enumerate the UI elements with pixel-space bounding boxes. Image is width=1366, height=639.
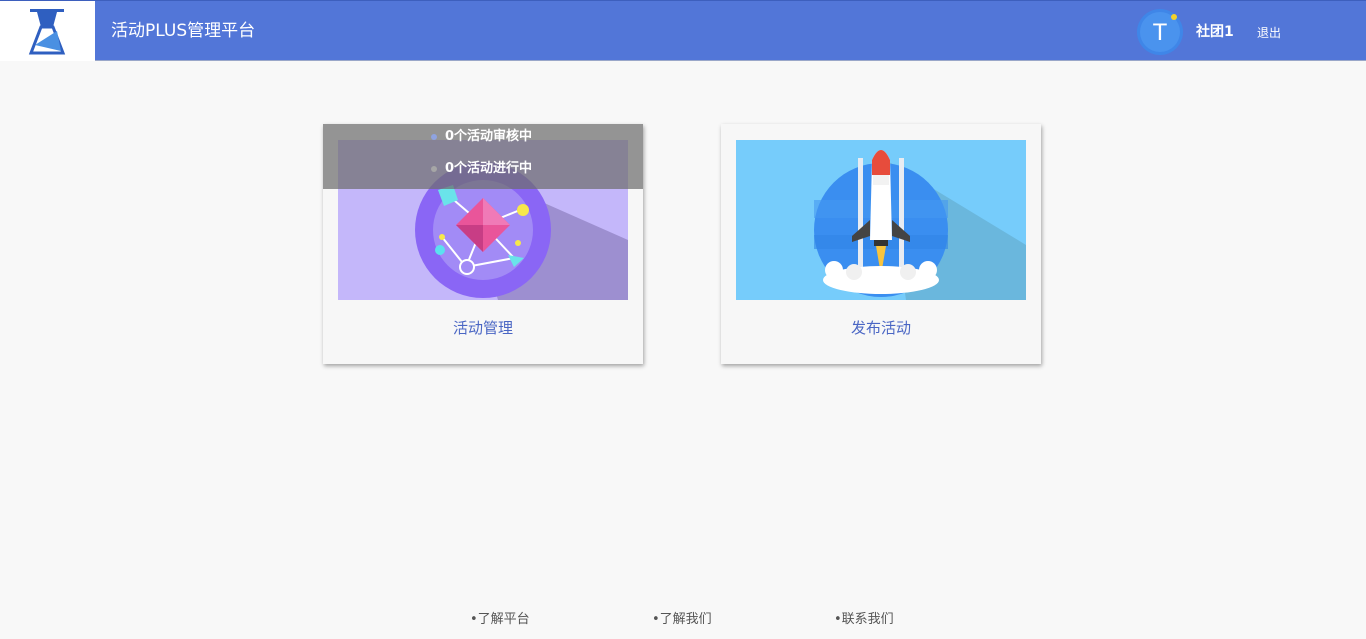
activity-management-label: 活动管理 [452,319,513,337]
stat-reviewing-text: 0个活动审核中 [445,129,533,144]
rocket-launch-illustration [736,140,1026,300]
footer-link-contact-us[interactable]: •联系我们 [834,612,894,628]
avatar-letter: T [1153,19,1168,46]
activity-stats-overlay: 0个活动审核中 0个活动进行中 [323,124,643,189]
user-name: 社团1 [1196,24,1234,40]
footer-link-about-platform[interactable]: •了解平台 [470,612,530,628]
logo[interactable] [0,1,95,61]
stat-reviewing: 0个活动审核中 [431,128,532,146]
avatar[interactable]: T [1137,9,1183,55]
bullet-dot-icon [431,133,437,140]
app-title: 活动PLUS管理平台 [111,21,256,41]
bullet-dot-icon [431,165,437,172]
logout-link[interactable]: 退出 [1257,25,1281,41]
stat-ongoing: 0个活动进行中 [431,160,532,178]
top-navbar: 活动PLUS管理平台 T 社团1 退出 [0,0,1366,61]
footer-link-about-us[interactable]: •了解我们 [652,612,712,628]
publish-activity-label: 发布活动 [850,319,911,337]
activity-management-card[interactable]: 0个活动审核中 0个活动进行中 活动管理 [323,124,643,364]
publish-activity-card[interactable]: 发布活动 [721,124,1041,364]
stat-ongoing-text: 0个活动进行中 [445,161,533,176]
flask-logo-icon [28,9,66,55]
